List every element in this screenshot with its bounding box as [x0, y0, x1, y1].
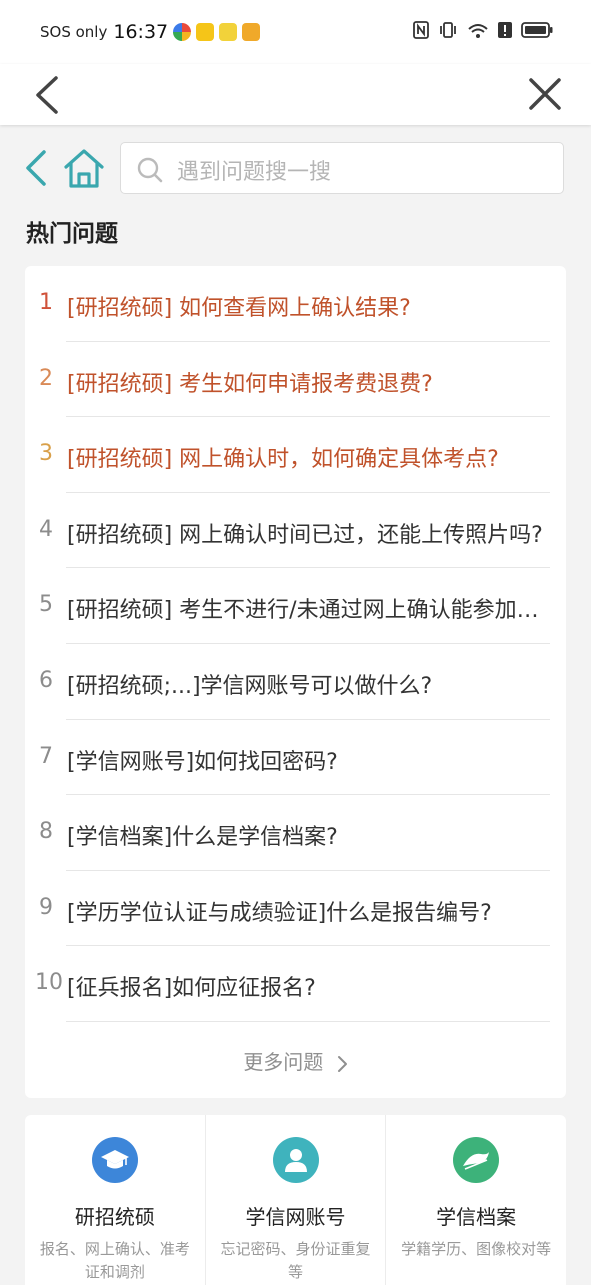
close-button[interactable] — [523, 72, 567, 116]
section-title: 热门问题 — [26, 221, 118, 247]
question-text: [研招统硕;...]学信网账号可以做什么? — [67, 673, 433, 699]
question-text: [研招统硕] 网上确认时，如何确定具体考点? — [67, 447, 499, 473]
nfc-icon — [413, 21, 429, 39]
question-number: 8 — [39, 819, 53, 845]
question-item[interactable]: 1 [研招统硕] 如何查看网上确认结果? — [25, 266, 566, 342]
question-list: 1 [研招统硕] 如何查看网上确认结果? 2 [研招统硕] 考生如何申请报考费退… — [25, 266, 566, 1022]
question-number: 10 — [35, 970, 63, 996]
question-text: [研招统硕] 考生不进行/未通过网上确认能参加考试吗? — [67, 598, 552, 624]
status-right — [413, 21, 553, 39]
question-text: [研招统硕] 考生如何申请报考费退费? — [67, 371, 433, 397]
question-item[interactable]: 9 [学历学位认证与成绩验证]什么是报告编号? — [25, 871, 566, 947]
sos-text: SOS only — [40, 23, 108, 41]
category-account[interactable]: 学信网账号 忘记密码、身份证重复等 — [206, 1115, 387, 1285]
status-left: SOS only 16:37 — [40, 21, 261, 43]
teal-back-button[interactable] — [22, 148, 50, 188]
search-input[interactable]: 遇到问题搜一搜 — [120, 142, 564, 194]
question-text: [研招统硕] 网上确认时间已过，还能上传照片吗? — [67, 522, 543, 548]
vibrate-icon — [440, 22, 456, 38]
question-text: [学信档案]什么是学信档案? — [67, 825, 338, 851]
question-item[interactable]: 8 [学信档案]什么是学信档案? — [25, 795, 566, 871]
chevron-right-icon — [337, 1055, 347, 1072]
question-item[interactable]: 7 [学信网账号]如何找回密码? — [25, 720, 566, 796]
question-number: 1 — [39, 290, 53, 315]
question-text: [征兵报名]如何应征报名? — [67, 976, 316, 1002]
more-questions-link[interactable]: 更多问题 — [25, 1046, 566, 1075]
question-item[interactable]: 4 [研招统硕] 网上确认时间已过，还能上传照片吗? — [25, 493, 566, 569]
home-icon — [64, 149, 104, 188]
question-number: 3 — [39, 441, 53, 467]
question-number: 4 — [39, 516, 53, 542]
category-desc: 报名、网上确认、准考证和调剂 — [39, 1240, 190, 1281]
nav-bar — [0, 64, 591, 125]
question-item[interactable]: 10 [征兵报名]如何应征报名? — [25, 946, 566, 1022]
graduation-cap-icon — [91, 1137, 138, 1183]
question-number: 6 — [39, 667, 53, 693]
chevron-left-icon — [26, 150, 46, 186]
category-grid: 研招统硕 报名、网上确认、准考证和调剂 学信网账号 忘记密码、身份证重复等 学信… — [25, 1115, 566, 1285]
category-archive[interactable]: 学信档案 学籍学历、图像校对等 — [386, 1115, 566, 1285]
question-number: 2 — [39, 365, 53, 391]
category-desc: 忘记密码、身份证重复等 — [220, 1240, 371, 1281]
alert-icon — [498, 22, 512, 38]
question-text: [学信网账号]如何找回密码? — [67, 749, 338, 775]
question-number: 7 — [39, 743, 53, 769]
search-placeholder: 遇到问题搜一搜 — [177, 160, 332, 185]
close-icon — [529, 78, 561, 110]
search-icon — [137, 157, 163, 183]
colorful-app-icon — [173, 23, 192, 41]
category-title: 研招统硕 — [74, 1205, 155, 1229]
penguin-app-icon — [219, 23, 238, 41]
wifi-icon — [468, 24, 488, 38]
clock: 16:37 — [113, 21, 169, 43]
hot-questions-card: 1 [研招统硕] 如何查看网上确认结果? 2 [研招统硕] 考生如何申请报考费退… — [25, 266, 566, 1098]
status-bar: SOS only 16:37 — [0, 0, 591, 64]
question-number: 9 — [39, 894, 53, 920]
home-button[interactable] — [62, 146, 106, 190]
question-item[interactable]: 3 [研招统硕] 网上确认时，如何确定具体考点? — [25, 417, 566, 493]
user-icon — [272, 1137, 319, 1183]
question-item[interactable]: 6 [研招统硕;...]学信网账号可以做什么? — [25, 644, 566, 720]
yellow-app-icon — [196, 23, 215, 41]
question-item[interactable]: 2 [研招统硕] 考生如何申请报考费退费? — [25, 342, 566, 418]
search-row: 遇到问题搜一搜 — [0, 140, 591, 198]
category-title: 学信档案 — [436, 1205, 517, 1229]
category-title: 学信网账号 — [245, 1205, 346, 1229]
question-item[interactable]: 5 [研招统硕] 考生不进行/未通过网上确认能参加考试吗? — [25, 568, 566, 644]
back-button[interactable] — [28, 70, 68, 120]
orange-app-icon — [242, 23, 261, 41]
question-text: [学历学位认证与成绩验证]什么是报告编号? — [67, 900, 492, 926]
question-number: 5 — [39, 592, 53, 618]
category-yanzhao[interactable]: 研招统硕 报名、网上确认、准考证和调剂 — [25, 1115, 206, 1285]
category-desc: 学籍学历、图像校对等 — [401, 1240, 552, 1258]
chevron-left-icon — [36, 76, 58, 114]
more-questions-label: 更多问题 — [243, 1050, 324, 1074]
archive-wave-icon — [453, 1137, 500, 1183]
question-text: [研招统硕] 如何查看网上确认结果? — [67, 296, 411, 321]
battery-icon — [521, 22, 553, 38]
